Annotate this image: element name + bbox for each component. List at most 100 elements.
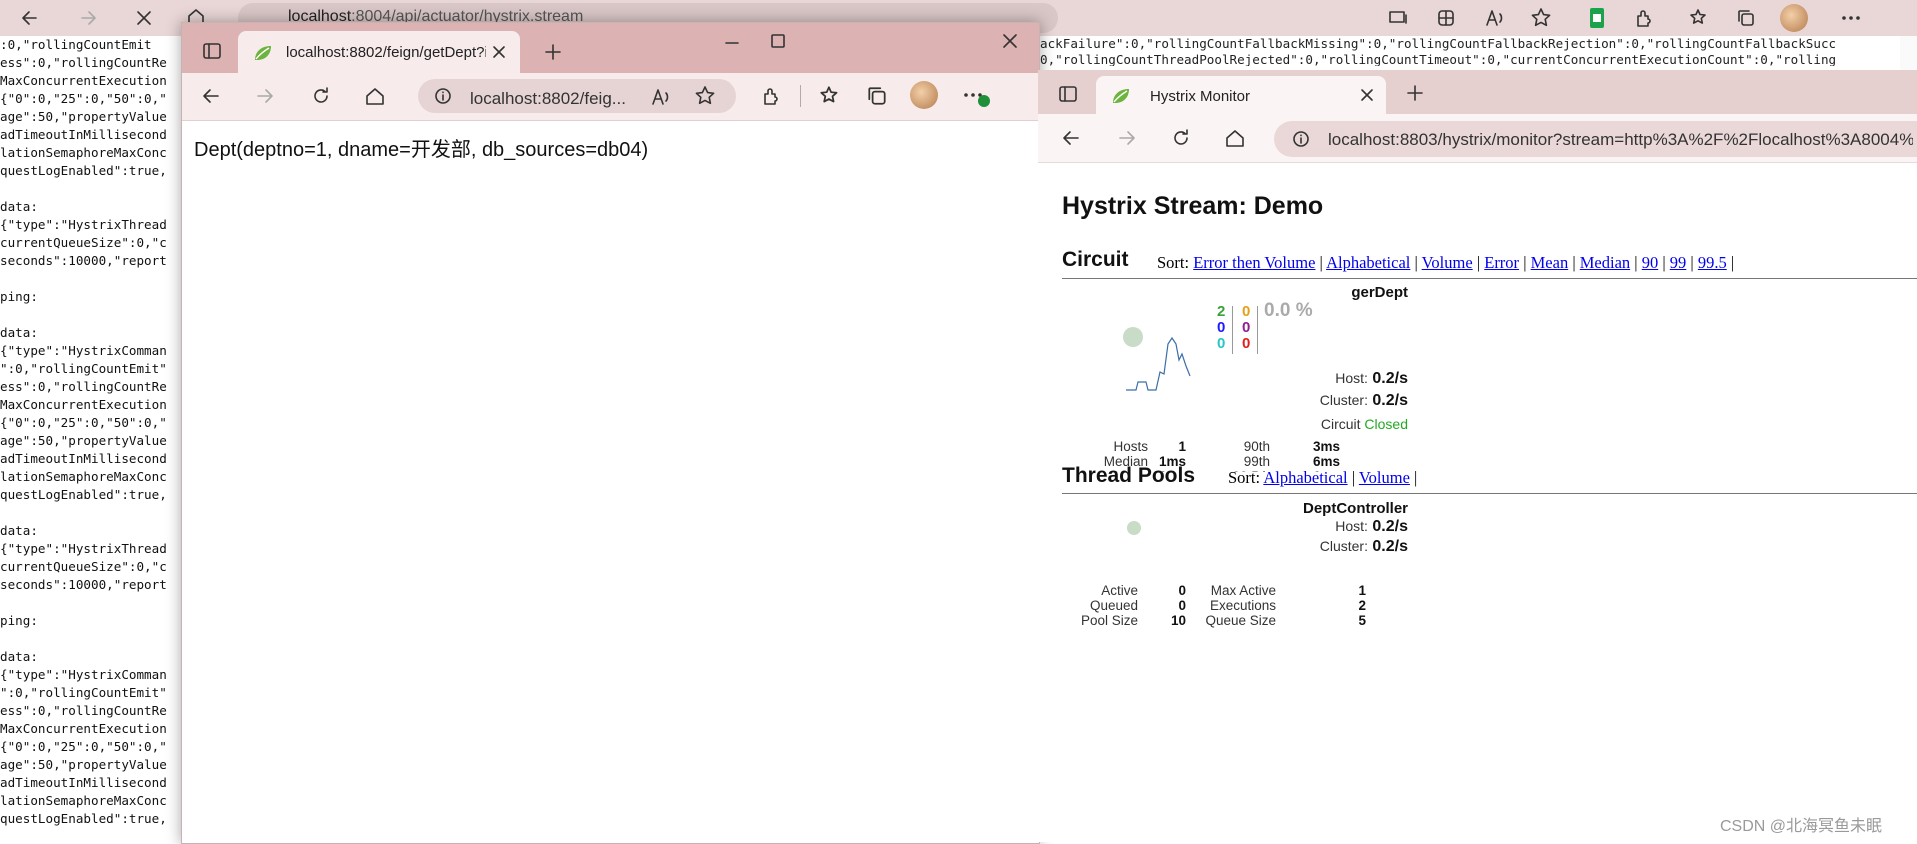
refresh-icon[interactable] [310, 85, 332, 107]
stream-line: questLogEnabled":true, [0, 811, 167, 826]
stream-line: currentQueueSize":0,"c [0, 235, 167, 250]
sort-option-mean[interactable]: Mean [1531, 253, 1569, 272]
profile-avatar[interactable] [910, 81, 938, 109]
host-label: Host: [1335, 518, 1368, 534]
hystrix-stream-text-right: ackFailure":0,"rollingCountFallbackMissi… [1040, 36, 1890, 66]
read-aloud-icon[interactable] [1484, 8, 1506, 28]
stream-line: lationSemaphoreMaxConc [0, 469, 167, 484]
site-info-icon[interactable] [1292, 130, 1310, 148]
stop-loading-icon[interactable] [134, 8, 154, 28]
forward-icon[interactable] [254, 86, 276, 106]
stream-line: {"type":"HystrixThread [0, 541, 167, 556]
cluster-rate: 0.2/s [1372, 538, 1408, 555]
stream-line: lationSemaphoreMaxConc [0, 145, 167, 160]
close-tab-icon[interactable] [492, 45, 506, 59]
pool-cluster-row: Cluster: 0.2/s [1320, 538, 1408, 556]
metric-label: Queued [1089, 598, 1138, 613]
stream-line: adTimeoutInMillisecond [0, 451, 167, 466]
stream-line [0, 594, 185, 612]
sort-option-error[interactable]: Error [1484, 253, 1519, 272]
table-row: Queued 0 Executions 2 [1078, 598, 1366, 613]
site-info-icon[interactable] [434, 87, 452, 105]
table-row: Active 0 Max Active 1 [1078, 583, 1366, 598]
count-bad-request: 0 [1217, 335, 1226, 352]
feign-titlebar: localhost:8802/feign/getDept?id [182, 23, 1039, 73]
stream-line: lationSemaphoreMaxConc [0, 793, 167, 808]
minimize-icon[interactable] [724, 35, 740, 51]
metric-label: Pool Size [1080, 613, 1138, 628]
circuit-status-row: Circuit Closed [1321, 416, 1408, 432]
stream-line: MaxConcurrentExecution [0, 397, 167, 412]
extensions-icon[interactable] [760, 85, 782, 107]
new-tab-icon[interactable] [1406, 84, 1424, 102]
hystrix-titlebar: Hystrix Monitor [1038, 70, 1917, 114]
add-favorite-icon[interactable] [694, 85, 716, 107]
more-icon[interactable] [1840, 10, 1862, 26]
stream-line: ping: [0, 289, 38, 304]
host-label: Host: [1335, 370, 1368, 386]
home-icon[interactable] [364, 85, 386, 107]
hystrix-url: localhost:8803/hystrix/monitor?stream=ht… [1328, 130, 1913, 149]
profile-avatar[interactable] [1780, 4, 1808, 32]
pool-health-circle-icon [1127, 521, 1141, 535]
metric-value: 1 [1358, 583, 1366, 598]
sort-option-median[interactable]: Median [1580, 253, 1630, 272]
tab-hystrix-monitor[interactable]: Hystrix Monitor [1096, 76, 1386, 114]
tab-actions-icon[interactable] [202, 41, 222, 61]
refresh-icon[interactable] [1170, 127, 1192, 149]
count-failure: 0 [1242, 335, 1251, 352]
cluster-rate-row: Cluster: 0.2/s [1320, 392, 1408, 410]
back-icon[interactable] [200, 86, 222, 106]
back-icon[interactable] [1060, 128, 1082, 148]
new-tab-icon[interactable] [544, 43, 562, 61]
pool-name: DeptController [1303, 500, 1408, 517]
sort-option-volume[interactable]: Volume [1359, 468, 1410, 487]
hystrix-browser-window: Hystrix Monitor localhost:8803/hystrix/m… [1038, 70, 1917, 842]
apps-icon[interactable] [1436, 8, 1456, 28]
sort-option-90[interactable]: 90 [1642, 253, 1659, 272]
cluster-rate: 0.2/s [1372, 392, 1408, 409]
metric-value: 2 [1358, 598, 1366, 613]
metric-value: 0 [1178, 583, 1186, 598]
favorites-icon[interactable] [1688, 7, 1710, 29]
sort-option-volume[interactable]: Volume [1422, 253, 1473, 272]
extensions-icon[interactable] [1634, 8, 1654, 28]
collections-icon[interactable] [1736, 8, 1756, 28]
sort-option-alphabetical[interactable]: Alphabetical [1263, 468, 1347, 487]
close-window-icon[interactable] [1002, 33, 1018, 49]
sort-label: Sort: [1157, 253, 1190, 272]
tab-feign-getdept[interactable]: localhost:8802/feign/getDept?id [238, 31, 520, 73]
favorite-star-icon[interactable] [1530, 7, 1552, 29]
tab-actions-icon[interactable] [1058, 84, 1078, 104]
favorites-icon[interactable] [818, 84, 842, 108]
read-aloud-icon[interactable] [650, 87, 672, 107]
stream-line [0, 270, 185, 288]
forward-icon[interactable] [78, 8, 98, 28]
stream-line: seconds":10000,"report [0, 577, 167, 592]
tab-title: localhost:8802/feign/getDept?id [286, 44, 486, 61]
stream-line: {"0":0,"25":0,"50":0," [0, 415, 167, 430]
back-icon[interactable] [20, 8, 40, 28]
close-tab-icon[interactable] [1360, 88, 1374, 102]
sort-option-error-then-volume[interactable]: Error then Volume [1193, 253, 1315, 272]
spring-leaf-icon [1113, 89, 1129, 103]
stream-line: data: [0, 523, 38, 538]
stream-line [0, 306, 185, 324]
sort-option-99-5[interactable]: 99.5 [1698, 253, 1727, 272]
app-available-icon[interactable] [1388, 8, 1410, 28]
circuit-heading: Circuit [1062, 248, 1129, 271]
extension-sheets-icon[interactable] [1586, 6, 1608, 30]
sort-option-99[interactable]: 99 [1670, 253, 1687, 272]
collections-icon[interactable] [866, 85, 888, 107]
metric-label: Hosts [1113, 439, 1148, 454]
hystrix-navbar: localhost:8803/hystrix/monitor?stream=ht… [1038, 114, 1917, 163]
metric-label: Active [1101, 583, 1138, 598]
count-success: 2 [1217, 303, 1226, 320]
stream-line: ping: [0, 613, 38, 628]
maximize-icon[interactable] [770, 33, 786, 49]
stream-line: age":50,"propertyValue [0, 109, 167, 124]
sort-option-alphabetical[interactable]: Alphabetical [1326, 253, 1410, 272]
forward-icon[interactable] [1116, 128, 1138, 148]
stream-line: ":0,"rollingCountEmit" [0, 361, 167, 376]
home-icon[interactable] [1224, 127, 1246, 149]
